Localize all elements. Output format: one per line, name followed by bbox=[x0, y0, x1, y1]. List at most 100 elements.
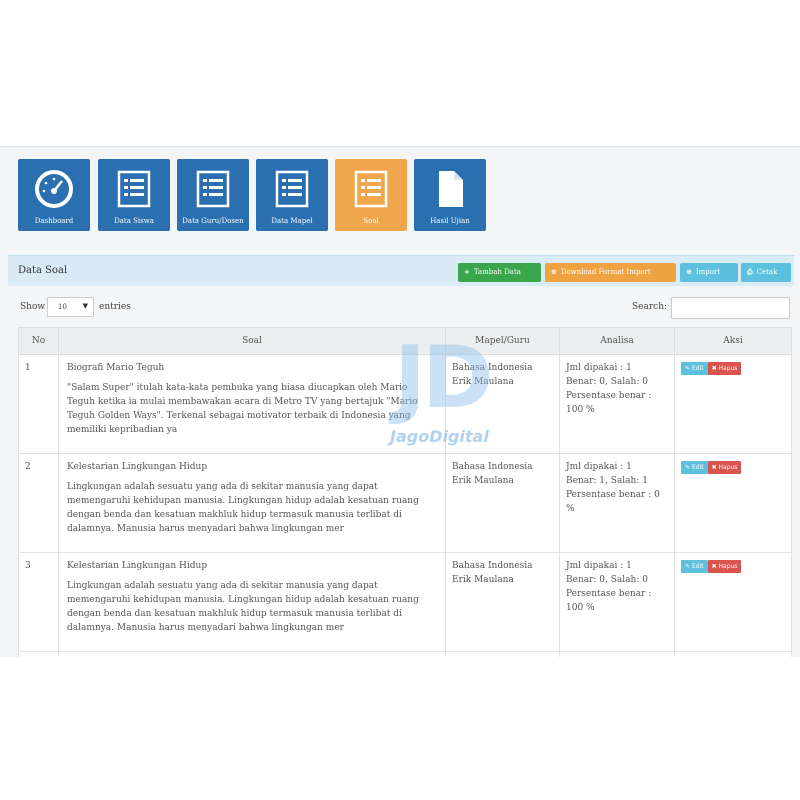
chevron-down-icon: ▼ bbox=[82, 302, 88, 310]
search-input[interactable] bbox=[671, 297, 790, 319]
tile-dashboard[interactable]: Dashboard bbox=[18, 159, 90, 231]
cell-no: 3 bbox=[18, 552, 59, 652]
list-icon bbox=[354, 170, 388, 208]
printer-icon: ⎙ bbox=[747, 268, 753, 276]
mapel-name: Bahasa Indonesia bbox=[452, 363, 533, 373]
soal-title: Kelestarian Lingkungan Hidup bbox=[67, 561, 208, 571]
tile-label: Dashboard bbox=[34, 217, 74, 225]
cell-analisa: Jml dipakai : 1 Benar: 1, Salah: 1 Perse… bbox=[559, 453, 675, 553]
jml-dipakai: Jml dipakai : 1 bbox=[566, 363, 632, 373]
col-header-mapel[interactable]: Mapel/Guru bbox=[445, 327, 560, 355]
panel-title: Data Soal bbox=[18, 265, 68, 276]
download-format-label: Download Format Import bbox=[560, 268, 651, 276]
cell-aksi: ✎ Edit ✖ Hapus bbox=[674, 453, 792, 553]
list-icon bbox=[117, 170, 151, 208]
edit-button[interactable]: ✎ Edit bbox=[681, 362, 708, 375]
table-row: 2 Kelestarian Lingkungan Hidup Lingkunga… bbox=[18, 453, 792, 553]
guru-name: Erik Maulana bbox=[452, 377, 514, 387]
tile-data-mapel[interactable]: Data Mapel bbox=[256, 159, 328, 231]
plus-icon: + bbox=[464, 268, 470, 276]
import-label: Import bbox=[695, 268, 721, 276]
tile-label: Data Guru/Dosen bbox=[182, 217, 244, 225]
hapus-label: Hapus bbox=[718, 365, 738, 372]
action-buttons: ✎ Edit ✖ Hapus bbox=[681, 559, 785, 573]
pencil-icon: ✎ bbox=[685, 563, 692, 570]
col-header-soal[interactable]: Soal bbox=[58, 327, 446, 355]
tambah-data-button[interactable]: + Tambah Data bbox=[458, 263, 541, 282]
cell-mapel-guru: Bahasa Indonesia Erik Maulana bbox=[445, 354, 560, 454]
table-row: 3 Kelestarian Lingkungan Hidup Lingkunga… bbox=[18, 552, 792, 652]
tile-label: Soal bbox=[363, 217, 379, 225]
edit-label: Edit bbox=[691, 365, 704, 372]
soal-body: "Salam Super" itulah kata-kata pembuka y… bbox=[67, 383, 418, 435]
cetak-label: Cetak bbox=[756, 268, 778, 276]
cell-mapel-guru: Bahasa Indonesia Erik Maulana bbox=[445, 453, 560, 553]
cell-analisa: Jml dipakai : 1 Benar: 0, Salah: 0 Perse… bbox=[559, 552, 675, 652]
table-controls: Show 10 ▼ entries Search: bbox=[18, 297, 792, 319]
jml-dipakai: Jml dipakai : 1 bbox=[566, 462, 632, 472]
soal-title: Kelestarian Lingkungan Hidup bbox=[67, 462, 208, 472]
edit-button[interactable]: ✎ Edit bbox=[681, 560, 708, 573]
persentase-benar: Persentase benar : 100 % bbox=[566, 391, 652, 415]
tile-label: Data Mapel bbox=[271, 217, 313, 225]
tile-data-guru[interactable]: Data Guru/Dosen bbox=[177, 159, 249, 231]
jml-dipakai: Jml dipakai : 1 bbox=[566, 561, 632, 571]
hapus-label: Hapus bbox=[718, 563, 738, 570]
cell-analisa bbox=[559, 651, 675, 657]
upload-icon: ⊕ bbox=[686, 268, 692, 276]
soal-body: Lingkungan adalah sesuatu yang ada di se… bbox=[67, 581, 419, 633]
close-icon: ✖ bbox=[711, 464, 719, 471]
hapus-button[interactable]: ✖ Hapus bbox=[707, 461, 742, 474]
benar-salah: Benar: 0, Salah: 0 bbox=[566, 377, 648, 387]
persentase-benar: Persentase benar : 0 % bbox=[566, 490, 660, 514]
page-size-select[interactable]: 10 ▼ bbox=[47, 297, 94, 317]
soal-title: Biografi Mario Teguh bbox=[67, 363, 165, 373]
close-icon: ✖ bbox=[711, 365, 719, 372]
show-label: Show bbox=[20, 302, 46, 312]
tile-data-siswa[interactable]: Data Siswa bbox=[98, 159, 170, 231]
list-icon bbox=[275, 170, 309, 208]
table-header-row: No Soal Mapel/Guru Analisa Aksi bbox=[18, 327, 792, 355]
panel-header: Data Soal + Tambah Data ⊕ Download Format … bbox=[8, 255, 794, 286]
cell-no: 2 bbox=[18, 453, 59, 553]
download-icon: ⊕ bbox=[551, 268, 557, 276]
search-label: Search: bbox=[632, 302, 668, 312]
cell-no bbox=[18, 651, 59, 657]
benar-salah: Benar: 1, Salah: 1 bbox=[566, 476, 648, 486]
import-button[interactable]: ⊕ Import bbox=[680, 263, 738, 282]
download-format-button[interactable]: ⊕ Download Format Import bbox=[545, 263, 676, 282]
hapus-button[interactable]: ✖ Hapus bbox=[707, 362, 742, 375]
cell-soal: Biografi Mario Teguh "Salam Super" itula… bbox=[58, 354, 446, 454]
tambah-data-label: Tambah Data bbox=[473, 268, 521, 276]
action-buttons: ✎ Edit ✖ Hapus bbox=[681, 361, 785, 375]
app-frame: Dashboard Data Siswa Data Guru/Dosen Dat… bbox=[0, 146, 800, 657]
dashboard-gauge-icon bbox=[35, 170, 73, 208]
col-header-aksi: Aksi bbox=[674, 327, 792, 355]
cetak-button[interactable]: ⎙ Cetak bbox=[741, 263, 791, 282]
page-size-value: 10 bbox=[58, 303, 67, 311]
table-row: 1 Biografi Mario Teguh "Salam Super" itu… bbox=[18, 354, 792, 454]
pencil-icon: ✎ bbox=[685, 464, 692, 471]
col-header-analisa[interactable]: Analisa bbox=[559, 327, 675, 355]
guru-name: Erik Maulana bbox=[452, 476, 514, 486]
edit-button[interactable]: ✎ Edit bbox=[681, 461, 708, 474]
edit-label: Edit bbox=[691, 563, 704, 570]
edit-label: Edit bbox=[691, 464, 704, 471]
guru-name: Erik Maulana bbox=[452, 575, 514, 585]
cell-soal bbox=[58, 651, 446, 657]
cell-mapel-guru: Bahasa Indonesia Erik Maulana bbox=[445, 552, 560, 652]
document-icon bbox=[439, 171, 463, 207]
benar-salah: Benar: 0, Salah: 0 bbox=[566, 575, 648, 585]
col-header-no[interactable]: No bbox=[18, 327, 59, 355]
close-icon: ✖ bbox=[711, 563, 719, 570]
cell-aksi bbox=[674, 651, 792, 657]
hapus-button[interactable]: ✖ Hapus bbox=[707, 560, 742, 573]
cell-soal: Kelestarian Lingkungan Hidup Lingkungan … bbox=[58, 453, 446, 553]
cell-mapel-guru bbox=[445, 651, 560, 657]
mapel-name: Bahasa Indonesia bbox=[452, 462, 533, 472]
cell-analisa: Jml dipakai : 1 Benar: 0, Salah: 0 Perse… bbox=[559, 354, 675, 454]
action-buttons: ✎ Edit ✖ Hapus bbox=[681, 460, 785, 474]
tile-soal[interactable]: Soal bbox=[335, 159, 407, 231]
tile-hasil-ujian[interactable]: Hasil Ujian bbox=[414, 159, 486, 231]
tile-label: Data Siswa bbox=[114, 217, 154, 225]
